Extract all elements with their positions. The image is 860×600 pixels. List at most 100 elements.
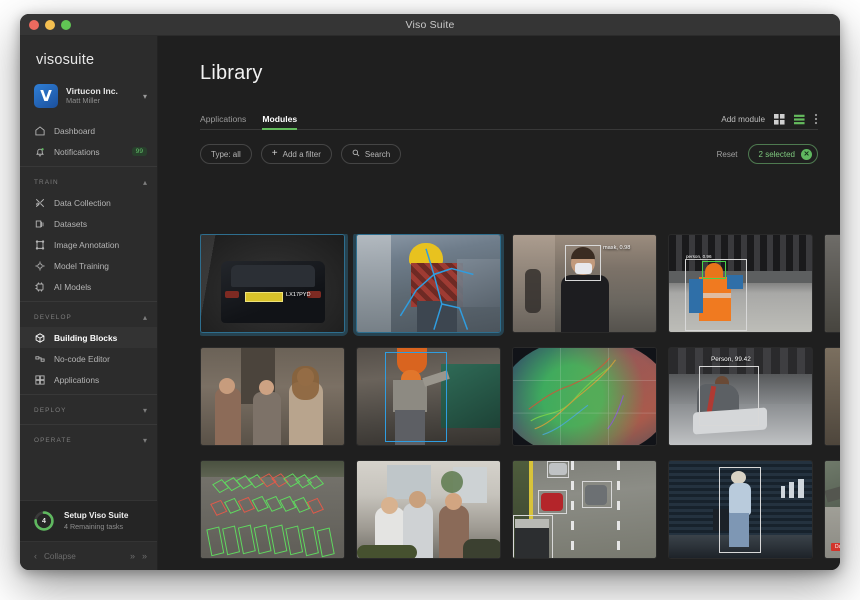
group-label: OPERATE	[34, 436, 72, 444]
sidebar-group-deploy[interactable]: DEPLOY ▾	[20, 400, 157, 420]
tile-people-counting-retail[interactable]	[200, 347, 345, 446]
sidebar-item-ai-models[interactable]: AI Models	[20, 276, 157, 297]
sidebar-item-data-collection[interactable]: Data Collection	[20, 192, 157, 213]
org-user: Matt Miller	[66, 96, 101, 105]
sidebar-item-label: AI Models	[54, 281, 92, 292]
screenshot-root: Viso Suite visosuite V Virtucon Inc. Mat…	[0, 0, 860, 600]
sidebar-item-building-blocks[interactable]: Building Blocks	[20, 327, 157, 348]
sidebar-item-label: Image Annotation	[54, 239, 120, 250]
chevron-up-icon[interactable]: ▴	[143, 178, 147, 187]
sidebar-item-image-annotation[interactable]: Image Annotation	[20, 234, 157, 255]
detection-label: LX17PYD	[286, 292, 311, 298]
tile-annotations: Person, 99.42	[669, 348, 812, 445]
tile-face-mask-detection[interactable]: mask, 0.98	[512, 234, 657, 333]
setup-texts: Setup Viso Suite 4 Remaining tasks	[64, 511, 128, 530]
tile-pedestrian-detection[interactable]	[668, 460, 813, 559]
tile-person-detection-factory[interactable]: Person, 99.42	[668, 347, 813, 446]
datasets-icon	[34, 218, 46, 230]
search-input[interactable]: Search	[340, 144, 402, 164]
divider	[20, 424, 157, 425]
bell-icon	[34, 146, 46, 158]
search-icon	[352, 149, 360, 159]
tile-annotations: mask, 0.98	[513, 235, 656, 332]
tile-image	[201, 348, 344, 445]
tile-pose-estimation-worker[interactable]	[356, 234, 501, 333]
selection-count-pill[interactable]: 2 selected ✕	[747, 144, 818, 164]
chevron-up-icon[interactable]: ▴	[143, 313, 147, 322]
org-texts: Virtucon Inc. Matt Miller	[66, 87, 135, 105]
sidebar-item-model-training[interactable]: Model Training	[20, 255, 157, 276]
app-logo: visosuite	[36, 52, 95, 68]
setup-title: Setup Viso Suite	[64, 511, 129, 521]
grid-view-icon[interactable]	[774, 113, 785, 125]
tile-annotations	[513, 461, 656, 558]
sidebar-item-label: Dashboard	[54, 125, 95, 136]
setup-subtitle: 4 Remaining tasks	[64, 521, 124, 531]
chevron-down-icon[interactable]: ▾	[143, 436, 147, 445]
more-vertical-icon[interactable]	[814, 113, 818, 125]
tab-bar: Applications Modules Add module	[200, 105, 818, 130]
sidebar-group-develop[interactable]: DEVELOP ▴	[20, 307, 157, 327]
reset-filters-button[interactable]: Reset	[717, 150, 738, 159]
collapse-all-icon[interactable]: »	[130, 551, 135, 561]
plus-icon: +	[271, 148, 278, 159]
tile-platform-safety-zone[interactable]: Danger!	[824, 460, 840, 559]
sidebar-item-label: Applications	[54, 374, 100, 385]
type-filter-chip[interactable]: Type: all	[200, 144, 252, 164]
maximize-window-button[interactable]	[61, 20, 71, 30]
filter-actions: Reset 2 selected ✕	[717, 144, 818, 164]
window-controls[interactable]	[29, 14, 71, 36]
close-circle-icon[interactable]: ✕	[801, 148, 812, 160]
add-filter-button[interactable]: + Add a filter	[260, 144, 332, 164]
sidebar-group-train[interactable]: TRAIN ▴	[20, 172, 157, 192]
tile-warehouse-aisle-monitor[interactable]	[824, 347, 840, 446]
tile-worker-bounding-box[interactable]	[356, 347, 501, 446]
sidebar-item-datasets[interactable]: Datasets	[20, 213, 157, 234]
tile-lockout-tagout-safety[interactable]	[824, 234, 840, 333]
group-label: TRAIN	[34, 178, 59, 186]
tile-annotations	[669, 461, 812, 558]
chevron-down-icon[interactable]: ▾	[143, 406, 147, 415]
chevron-down-icon[interactable]: ▾	[143, 92, 147, 101]
close-window-button[interactable]	[29, 20, 39, 30]
tile-parking-occupancy[interactable]	[200, 460, 345, 559]
nocode-icon	[34, 353, 46, 365]
tile-office-meeting-room[interactable]	[356, 460, 501, 559]
annotation-icon	[34, 239, 46, 251]
sidebar: visosuite V Virtucon Inc. Matt Miller ▾	[20, 36, 158, 570]
list-view-icon[interactable]	[794, 114, 805, 125]
sidebar-item-applications[interactable]: Applications	[20, 369, 157, 390]
tile-ppe-helmet-detection[interactable]: person, 0.96	[668, 234, 813, 333]
filter-bar: Type: all + Add a filter Search Reset 2 …	[200, 144, 818, 164]
org-name: Virtucon Inc.	[66, 86, 118, 96]
notifications-badge: 99	[131, 147, 147, 156]
tile-annotations: Danger!	[825, 461, 840, 558]
pose-skeleton-overlay	[399, 248, 474, 330]
sidebar-group-operate[interactable]: OPERATE ▾	[20, 430, 157, 450]
window-body: visosuite V Virtucon Inc. Matt Miller ▾	[20, 36, 840, 570]
expand-all-icon[interactable]: »	[142, 551, 147, 561]
tile-license-plate-recognition[interactable]: LX17PYD	[200, 234, 345, 333]
tab-applications[interactable]: Applications	[200, 114, 246, 129]
sidebar-item-dashboard[interactable]: Dashboard	[20, 120, 157, 141]
sidebar-item-no-code-editor[interactable]: No-code Editor	[20, 348, 157, 369]
collapse-sidebar-button[interactable]: ‹ Collapse » »	[20, 542, 157, 570]
setup-progress-card[interactable]: 4 Setup Viso Suite 4 Remaining tasks	[20, 500, 157, 542]
sidebar-item-label: Model Training	[54, 260, 109, 271]
tile-image	[513, 348, 656, 445]
sidebar-item-notifications[interactable]: Notifications 99	[20, 141, 157, 162]
tile-retail-heatmap-fisheye[interactable]	[512, 347, 657, 446]
org-switcher[interactable]: V Virtucon Inc. Matt Miller ▾	[20, 78, 157, 114]
tile-annotations: person, 0.96	[669, 235, 812, 332]
tile-highway-vehicle-detection[interactable]	[512, 460, 657, 559]
sidebar-nav: Dashboard Notifications 99 TRAIN ▴ Data …	[20, 120, 157, 500]
minimize-window-button[interactable]	[45, 20, 55, 30]
cube-icon	[34, 332, 46, 344]
add-module-button[interactable]: Add module	[721, 115, 765, 124]
tab-modules[interactable]: Modules	[262, 114, 297, 130]
ai-models-icon	[34, 281, 46, 293]
main-content: Library Applications Modules Add module	[158, 36, 840, 570]
group-label: DEVELOP	[34, 313, 72, 321]
page-title: Library	[200, 62, 263, 84]
tile-image	[825, 348, 840, 445]
